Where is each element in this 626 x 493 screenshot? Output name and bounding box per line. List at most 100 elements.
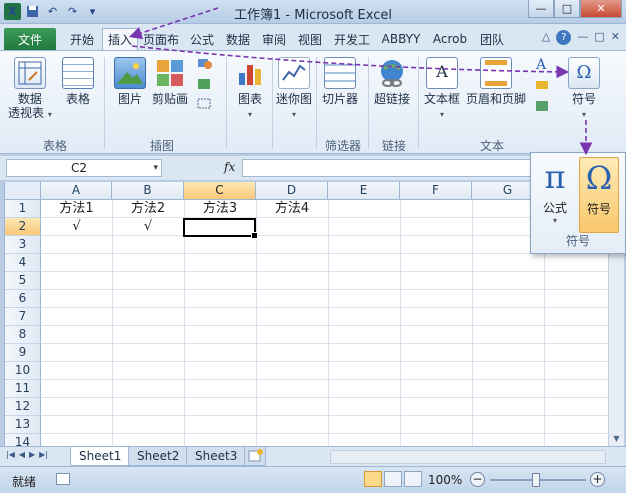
select-all-corner[interactable] bbox=[5, 182, 41, 200]
help-icon[interactable]: ? bbox=[556, 30, 572, 45]
workbook-minimize-button[interactable]: — bbox=[577, 30, 588, 45]
row-header[interactable]: 13 bbox=[5, 416, 41, 434]
pivot-table-label: 数据 透视表 ▾ bbox=[8, 92, 52, 120]
zoom-out-button[interactable]: − bbox=[470, 472, 485, 487]
tab-team[interactable]: 团队 bbox=[476, 28, 508, 50]
row-header[interactable]: 7 bbox=[5, 308, 41, 326]
row-header[interactable]: 12 bbox=[5, 398, 41, 416]
equation-dropdown-icon: ▾ bbox=[552, 216, 557, 225]
table-button[interactable]: 表格 bbox=[62, 57, 94, 106]
row-header[interactable]: 3 bbox=[5, 236, 41, 254]
close-button[interactable]: ✕ bbox=[580, 0, 622, 18]
column-header-f[interactable]: F bbox=[400, 182, 472, 200]
gridline bbox=[41, 415, 608, 416]
collapse-ribbon-icon[interactable]: △ bbox=[542, 30, 550, 45]
macro-record-icon[interactable] bbox=[56, 473, 70, 485]
group-separator bbox=[316, 57, 317, 149]
tab-page-layout[interactable]: 页面布 bbox=[140, 28, 182, 50]
picture-button[interactable]: 图片 bbox=[114, 57, 146, 106]
minimize-button[interactable]: — bbox=[528, 0, 554, 18]
row-header[interactable]: 4 bbox=[5, 254, 41, 272]
column-header-b[interactable]: B bbox=[112, 182, 184, 200]
insert-sheet-icon[interactable] bbox=[244, 447, 266, 466]
zoom-in-button[interactable]: + bbox=[590, 472, 605, 487]
next-sheet-icon[interactable]: ▶ bbox=[29, 450, 35, 459]
text-small-buttons[interactable]: A bbox=[534, 55, 552, 115]
sparkline-button[interactable]: 迷你图 ▾ bbox=[276, 57, 312, 122]
prev-sheet-icon[interactable]: ◀ bbox=[19, 450, 25, 459]
column-header-e[interactable]: E bbox=[328, 182, 400, 200]
row-header[interactable]: 1 bbox=[5, 200, 41, 218]
row-header[interactable]: 10 bbox=[5, 362, 41, 380]
slicer-button[interactable]: 切片器 bbox=[322, 57, 358, 106]
cell-d1[interactable]: 方法4 bbox=[256, 200, 328, 218]
hyperlink-button[interactable]: 超链接 bbox=[374, 57, 410, 106]
horizontal-scrollbar[interactable] bbox=[330, 450, 606, 464]
sheet-tab-sheet3[interactable]: Sheet3 bbox=[186, 447, 247, 466]
formula-input[interactable] bbox=[242, 159, 532, 177]
row-header[interactable]: 14 bbox=[5, 434, 41, 446]
row-header[interactable]: 11 bbox=[5, 380, 41, 398]
row-header[interactable]: 6 bbox=[5, 290, 41, 308]
row-header[interactable]: 5 bbox=[5, 272, 41, 290]
sheet-tab-sheet2[interactable]: Sheet2 bbox=[128, 447, 189, 466]
cell-b1[interactable]: 方法2 bbox=[112, 200, 184, 218]
textbox-button[interactable]: A 文本框 ▾ bbox=[424, 57, 460, 122]
group-label-illustrations: 插图 bbox=[149, 139, 174, 153]
worksheet-grid[interactable]: A B C D E F G 1 2 3 4 5 6 7 8 9 10 11 12… bbox=[4, 182, 608, 446]
omega-icon: Ω bbox=[568, 57, 600, 89]
sheet-tab-sheet1[interactable]: Sheet1 bbox=[70, 447, 131, 466]
tab-insert[interactable]: 插入 bbox=[102, 28, 138, 50]
maximize-button[interactable]: □ bbox=[554, 0, 580, 18]
tab-formulas[interactable]: 公式 bbox=[186, 28, 218, 50]
workbook-close-button[interactable]: ✕ bbox=[611, 30, 620, 45]
gridline bbox=[41, 343, 608, 344]
header-footer-button[interactable]: 页眉和页脚 bbox=[466, 57, 526, 106]
row-header[interactable]: 2 bbox=[5, 218, 41, 236]
tab-review[interactable]: 审阅 bbox=[258, 28, 290, 50]
gridline bbox=[41, 289, 608, 290]
symbol-button[interactable]: Ω 符号 bbox=[579, 157, 619, 233]
name-box-dropdown-icon[interactable]: ▾ bbox=[153, 160, 158, 176]
column-header-a[interactable]: A bbox=[41, 182, 112, 200]
tab-view[interactable]: 视图 bbox=[294, 28, 326, 50]
view-buttons bbox=[364, 471, 422, 487]
equation-button[interactable]: π 公式 ▾ bbox=[535, 157, 575, 233]
tab-data[interactable]: 数据 bbox=[222, 28, 254, 50]
first-sheet-icon[interactable]: |◀ bbox=[6, 450, 15, 459]
ribbon-right-controls: △ ? — □ ✕ bbox=[542, 30, 620, 45]
tab-acrobat[interactable]: Acrob bbox=[428, 28, 472, 50]
shapes-small-button[interactable] bbox=[196, 55, 214, 115]
chart-button[interactable]: 图表 ▾ bbox=[234, 57, 266, 122]
column-header-c[interactable]: C bbox=[184, 182, 256, 200]
zoom-slider-thumb[interactable] bbox=[532, 473, 540, 487]
group-label-text: 文本 bbox=[479, 139, 504, 153]
page-break-view-icon[interactable] bbox=[404, 471, 422, 487]
active-cell-border[interactable] bbox=[183, 218, 258, 239]
group-separator bbox=[226, 57, 227, 149]
row-header[interactable]: 8 bbox=[5, 326, 41, 344]
cell-b2[interactable]: √ bbox=[112, 218, 184, 236]
symbol-menu-button[interactable]: Ω 符号 ▾ bbox=[568, 57, 600, 122]
scroll-down-icon[interactable]: ▼ bbox=[609, 431, 624, 446]
tab-home[interactable]: 开始 bbox=[64, 28, 100, 50]
workbook-restore-button[interactable]: □ bbox=[594, 30, 604, 45]
cell-a1[interactable]: 方法1 bbox=[41, 200, 112, 218]
normal-view-icon[interactable] bbox=[364, 471, 382, 487]
gridline bbox=[112, 200, 113, 446]
cell-c1[interactable]: 方法3 bbox=[184, 200, 256, 218]
clipart-button[interactable]: 剪贴画 bbox=[152, 57, 188, 106]
tab-developer[interactable]: 开发工 bbox=[330, 28, 374, 50]
zoom-level[interactable]: 100% bbox=[428, 473, 462, 487]
table-icon bbox=[62, 57, 94, 89]
cell-a2[interactable]: √ bbox=[41, 218, 112, 236]
tab-abbyy[interactable]: ABBYY bbox=[378, 28, 424, 50]
tab-file[interactable]: 文件 bbox=[4, 28, 56, 50]
pivot-table-button[interactable]: 数据 透视表 ▾ bbox=[8, 57, 52, 122]
last-sheet-icon[interactable]: ▶| bbox=[39, 450, 48, 459]
page-layout-view-icon[interactable] bbox=[384, 471, 402, 487]
column-header-d[interactable]: D bbox=[256, 182, 328, 200]
row-header[interactable]: 9 bbox=[5, 344, 41, 362]
name-box[interactable]: C2 ▾ bbox=[6, 159, 162, 177]
insert-function-icon[interactable]: fx bbox=[224, 160, 235, 174]
